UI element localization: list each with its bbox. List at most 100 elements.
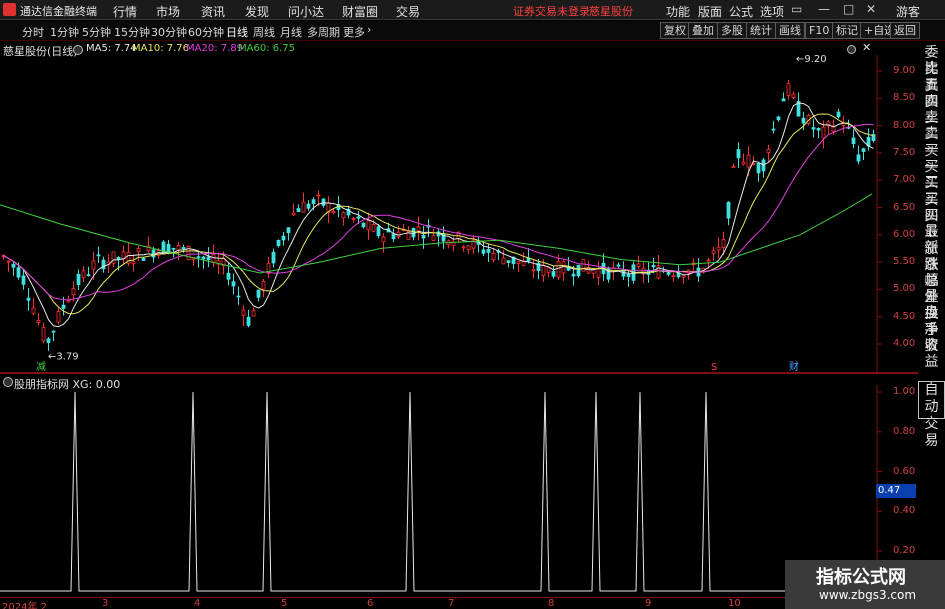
- f10-button[interactable]: F10: [805, 22, 834, 39]
- panel-item[interactable]: 卖四: [918, 78, 945, 110]
- auto-trade-label-1: 自动: [924, 382, 939, 415]
- menu-discover[interactable]: 发现: [245, 3, 269, 20]
- menu-function[interactable]: 功能: [666, 3, 690, 20]
- right-info-panel: 委比 卖五 卖四 卖三 卖二 卖一 买一 买二 买三 买四 买五 最新 涨跌 涨…: [918, 45, 945, 370]
- panel-item[interactable]: 委比: [918, 45, 945, 77]
- draw-line-button[interactable]: 画线: [775, 22, 805, 39]
- tab-5min[interactable]: 5分钟: [82, 24, 111, 40]
- menu-formula[interactable]: 公式: [729, 3, 753, 20]
- candle-body: [596, 268, 601, 278]
- candle-body: [581, 259, 586, 272]
- auto-trade-button[interactable]: 自动 交易: [918, 381, 945, 449]
- panel-item[interactable]: 总量: [918, 273, 945, 305]
- candle-body: [501, 257, 506, 265]
- candle-body: [171, 247, 176, 250]
- tab-intraday[interactable]: 分时: [22, 24, 44, 40]
- guest-label[interactable]: 游客: [896, 3, 920, 20]
- tab-more[interactable]: 更多: [343, 24, 365, 40]
- price-tick-label: 8.50: [893, 92, 916, 104]
- stock-name-tab[interactable]: 慈星股份: [589, 3, 633, 19]
- adjust-button[interactable]: 复权: [660, 22, 690, 39]
- chevron-right-icon[interactable]: ›: [367, 23, 371, 36]
- candle-body: [226, 272, 231, 280]
- candle-body: [91, 260, 96, 270]
- candle-body: [71, 288, 76, 296]
- menu-trade[interactable]: 交易: [396, 3, 420, 20]
- trade-login-status[interactable]: 证券交易未登录: [513, 3, 590, 19]
- candle-body: [16, 267, 21, 278]
- menu-quote[interactable]: 市场: [156, 3, 180, 20]
- date-label: 5: [281, 598, 288, 609]
- panel-item[interactable]: 卖二: [918, 110, 945, 142]
- panel-item[interactable]: 外盘: [918, 289, 945, 321]
- candle-body: [201, 256, 206, 260]
- panel-item[interactable]: 卖三: [918, 94, 945, 126]
- candle-body: [61, 304, 66, 309]
- title-bar: 通达信金融终端 行情 市场 资讯 发现 问小达 财富圈 交易 证券交易未登录 慈…: [0, 0, 945, 20]
- menu-options[interactable]: 选项: [760, 3, 784, 20]
- tab-monthly[interactable]: 月线: [280, 24, 302, 40]
- multi-stock-button[interactable]: 多股: [717, 22, 747, 39]
- tab-daily[interactable]: 日线: [226, 24, 248, 40]
- tab-multi-period[interactable]: 多周期: [307, 24, 340, 40]
- s-marker: S: [711, 362, 717, 372]
- overlay-button[interactable]: 叠加: [688, 22, 718, 39]
- indicator-tick-label: 0.40: [893, 505, 916, 517]
- candle-body: [416, 226, 421, 232]
- tab-15min[interactable]: 15分钟: [114, 24, 150, 40]
- panel-item[interactable]: 净资: [918, 322, 945, 354]
- candle-body: [651, 264, 656, 268]
- menu-ask[interactable]: 问小达: [288, 3, 324, 20]
- app-name: 通达信金融终端: [20, 5, 97, 18]
- tab-weekly[interactable]: 周线: [253, 24, 275, 40]
- chat-icon[interactable]: ▭: [791, 2, 802, 16]
- panel-item[interactable]: 换手: [918, 306, 945, 338]
- panel-item[interactable]: 买三: [918, 175, 945, 207]
- candle-body: [286, 227, 291, 234]
- panel-item[interactable]: 买四: [918, 192, 945, 224]
- menu-news[interactable]: 资讯: [201, 3, 225, 20]
- menu-wealth[interactable]: 财富圈: [342, 3, 378, 20]
- candle-body: [196, 256, 201, 259]
- settings-dot-icon[interactable]: [847, 45, 856, 54]
- date-label: 2024年 2: [2, 602, 47, 609]
- candle-body: [541, 264, 546, 276]
- indicator-tick-label: 0.60: [893, 465, 916, 477]
- panel-item[interactable]: 涨幅: [918, 257, 945, 289]
- stats-button[interactable]: 统计: [746, 22, 776, 39]
- minimize-icon[interactable]: —: [818, 2, 830, 16]
- candle-body: [421, 234, 426, 239]
- price-tick-label: 6.00: [893, 228, 916, 240]
- collapse-icon[interactable]: ✕: [862, 41, 871, 54]
- candle-body: [721, 239, 726, 248]
- tab-60min[interactable]: 60分钟: [188, 24, 224, 40]
- close-icon[interactable]: ✕: [866, 2, 876, 16]
- cai-marker: 财: [789, 360, 799, 372]
- panel-item[interactable]: 卖一: [918, 126, 945, 158]
- panel-item[interactable]: 收益: [918, 338, 945, 370]
- menu-layout[interactable]: 版面: [698, 3, 722, 20]
- candle-body: [111, 251, 116, 264]
- date-label: 10: [728, 598, 741, 609]
- panel-item[interactable]: 买一: [918, 143, 945, 175]
- price-tick-label: 6.50: [893, 201, 916, 213]
- candle-body: [491, 253, 496, 261]
- candle-body: [331, 211, 336, 214]
- menu-market[interactable]: 行情: [113, 3, 137, 20]
- chevron-down-icon[interactable]: [73, 45, 83, 55]
- tab-1min[interactable]: 1分钟: [50, 24, 79, 40]
- candle-body: [466, 245, 471, 250]
- maximize-icon[interactable]: □: [843, 2, 854, 16]
- tab-30min[interactable]: 30分钟: [151, 24, 187, 40]
- back-button[interactable]: 返回: [890, 22, 920, 39]
- panel-item[interactable]: 涨跌: [918, 241, 945, 273]
- mark-button[interactable]: 标记: [832, 22, 862, 39]
- panel-item[interactable]: 买二: [918, 159, 945, 191]
- panel-item[interactable]: 最新: [918, 224, 945, 256]
- candle-body: [351, 218, 356, 220]
- panel-item[interactable]: 卖五: [918, 61, 945, 93]
- candle-body: [481, 249, 486, 254]
- panel-item[interactable]: 买五: [918, 208, 945, 240]
- candle-body: [46, 338, 51, 343]
- candle-body: [431, 235, 436, 241]
